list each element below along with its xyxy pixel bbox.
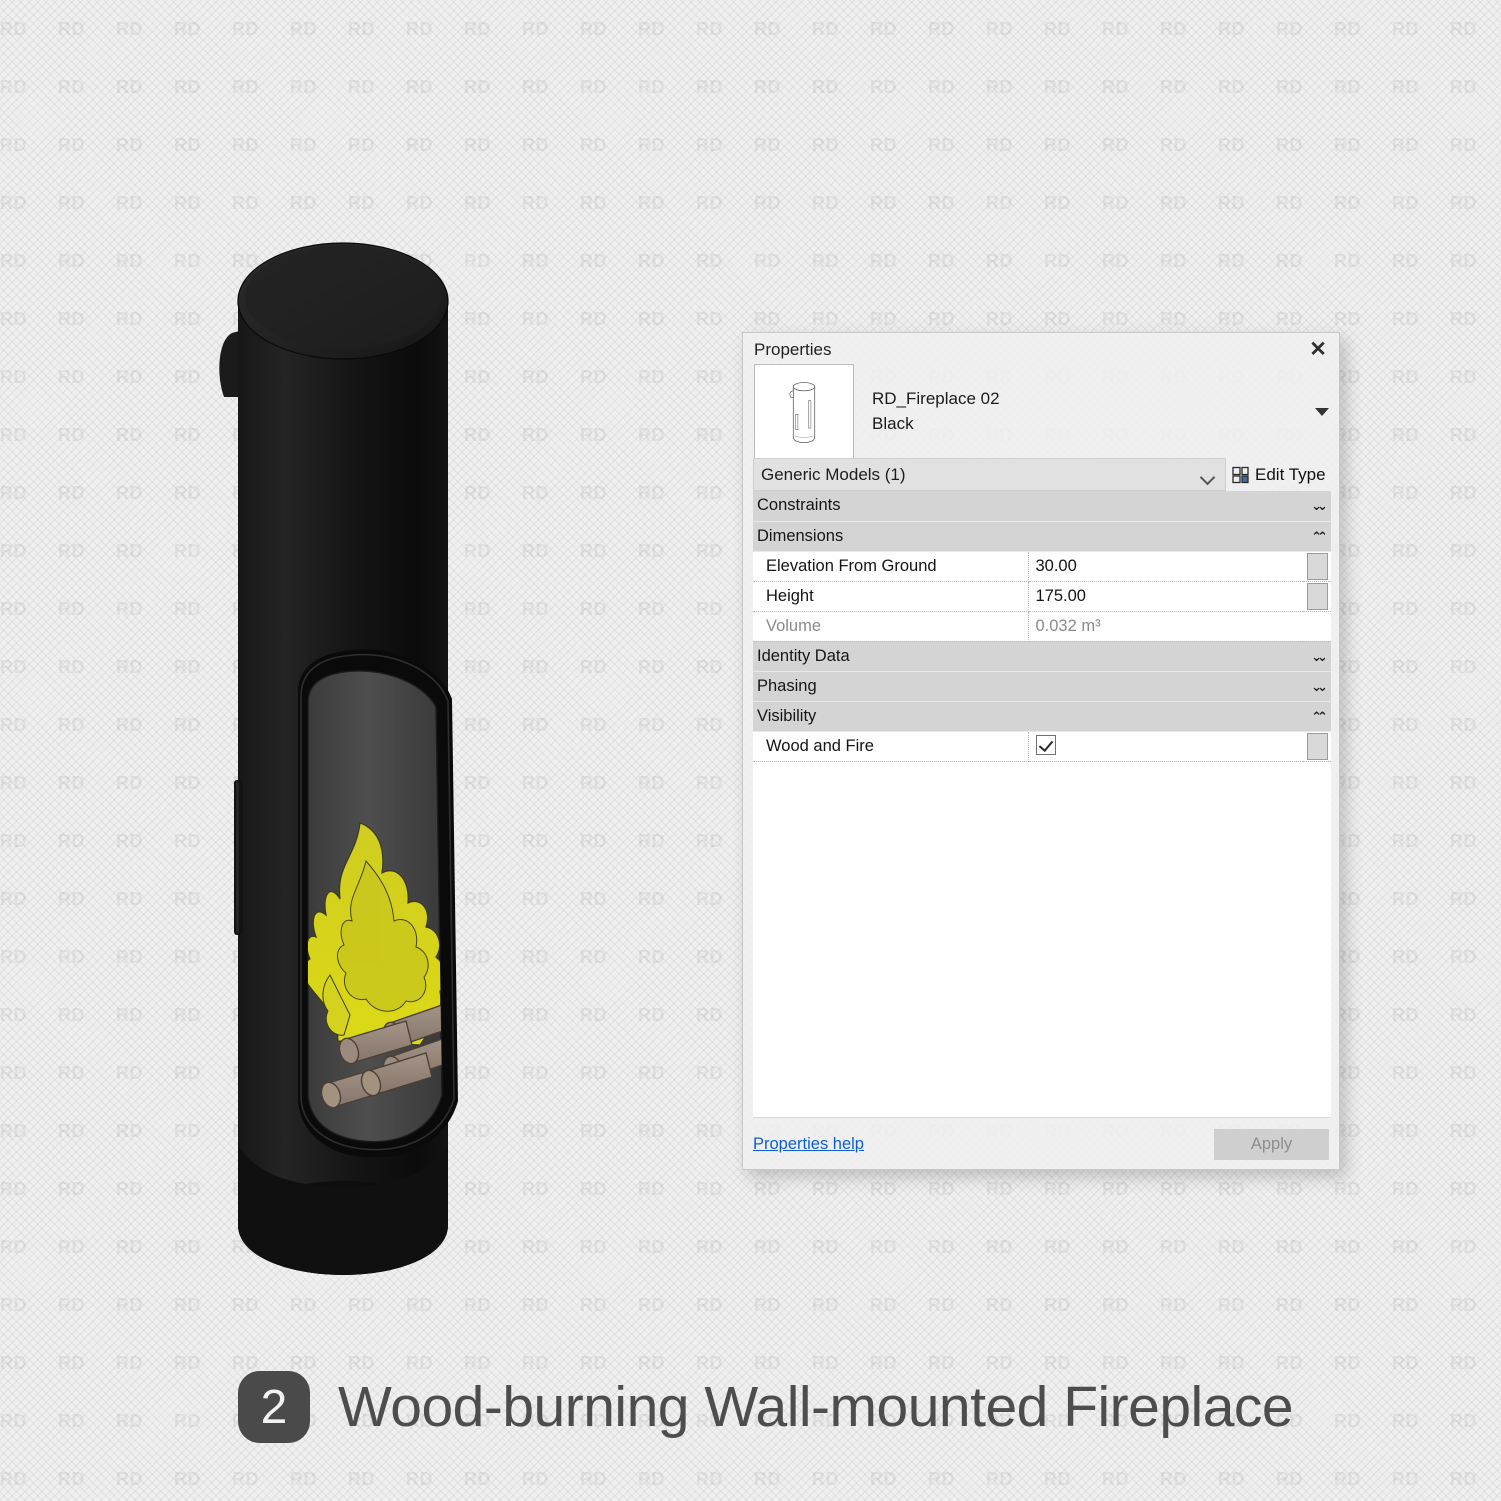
property-group-row[interactable]: Visibility ⌃⌃ <box>753 701 1331 732</box>
property-group-label: Visibility <box>753 701 1303 732</box>
property-value: 0.032 m³ <box>1028 611 1303 642</box>
property-name: Wood and Fire <box>753 731 1029 762</box>
chevron-down-double-icon[interactable]: ⌄⌄ <box>1303 671 1331 702</box>
fireplace-3d-render <box>210 215 480 1285</box>
type-name-block: RD_Fireplace 02 Black <box>872 387 1000 436</box>
chevron-down-double-icon[interactable]: ⌄⌄ <box>1303 491 1331 522</box>
property-row-button[interactable] <box>1303 611 1331 642</box>
properties-empty-area <box>753 761 1331 1118</box>
type-thumbnail <box>754 363 854 461</box>
property-group-row[interactable]: Identity Data ⌄⌄ <box>753 641 1331 672</box>
property-row[interactable]: Volume 0.032 m³ <box>753 611 1331 642</box>
product-number-badge: 2 <box>238 1371 310 1443</box>
type-header: RD_Fireplace 02 Black <box>743 363 1339 461</box>
property-group-label: Phasing <box>753 671 1303 702</box>
property-row[interactable]: Elevation From Ground 30.00 <box>753 551 1331 582</box>
value-edit-nub[interactable] <box>1306 582 1328 610</box>
property-value[interactable]: 30.00 <box>1028 551 1303 582</box>
property-group-row[interactable]: Dimensions ⌃⌃ <box>753 521 1331 552</box>
property-group-label: Constraints <box>753 491 1303 522</box>
property-name: Height <box>753 581 1029 612</box>
edit-type-label: Edit Type <box>1255 464 1326 484</box>
property-name: Volume <box>753 611 1029 642</box>
property-row-button[interactable] <box>1303 581 1331 612</box>
properties-table: Constraints ⌄⌄ Dimensions ⌃⌃ Elevation From … <box>753 491 1331 762</box>
properties-palette[interactable]: Properties ✕ RD_Fireplace 02 Black Gener… <box>742 332 1340 1170</box>
property-group-label: Dimensions <box>753 521 1303 552</box>
palette-title-bar: Properties ✕ <box>743 333 1339 366</box>
property-group-row[interactable]: Constraints ⌄⌄ <box>753 491 1331 522</box>
family-name: RD_Fireplace 02 <box>872 389 1000 409</box>
value-edit-nub[interactable] <box>1306 552 1328 580</box>
chevron-up-double-icon[interactable]: ⌃⌃ <box>1303 701 1331 732</box>
edit-type-grid-icon <box>1232 466 1250 484</box>
properties-help-link[interactable]: Properties help <box>753 1135 864 1154</box>
palette-title: Properties <box>754 339 832 359</box>
property-row[interactable]: Wood and Fire <box>753 731 1331 762</box>
property-row-button[interactable] <box>1303 731 1331 762</box>
property-value[interactable]: 175.00 <box>1028 581 1303 612</box>
caption-block: 2 Wood-burning Wall-mounted Fireplace <box>238 1371 1294 1443</box>
chevron-up-double-icon[interactable]: ⌃⌃ <box>1303 521 1331 552</box>
apply-button[interactable]: Apply <box>1214 1128 1329 1160</box>
value-edit-nub[interactable] <box>1306 732 1328 760</box>
property-value[interactable] <box>1028 731 1303 762</box>
caret-down-icon[interactable] <box>1315 408 1329 416</box>
property-group-label: Identity Data <box>753 641 1303 672</box>
product-caption: Wood-burning Wall-mounted Fireplace <box>338 1375 1294 1439</box>
chevron-down-double-icon[interactable]: ⌄⌄ <box>1303 641 1331 672</box>
property-row[interactable]: Height 175.00 <box>753 581 1331 612</box>
property-row-button[interactable] <box>1303 551 1331 582</box>
type-selector-row: Generic Models (1) Edit Type <box>753 458 1339 491</box>
checkbox-wood-and-fire[interactable] <box>1035 735 1056 756</box>
type-selector-value: Generic Models (1) <box>761 464 906 484</box>
edit-type-button[interactable]: Edit Type <box>1226 458 1339 491</box>
property-name: Elevation From Ground <box>753 551 1029 582</box>
canvas-background: RD RD RD RD RD RD RD RD RD RD RD RD RD RD RD RD RD RD RD RD… <box>0 0 1501 1501</box>
palette-footer: Properties help Apply <box>753 1127 1329 1161</box>
type-selector-dropdown[interactable]: Generic Models (1) <box>753 458 1226 491</box>
type-name: Black <box>872 414 914 433</box>
close-icon[interactable]: ✕ <box>1305 337 1331 363</box>
property-group-row[interactable]: Phasing ⌄⌄ <box>753 671 1331 702</box>
chevron-down-icon <box>1199 469 1216 485</box>
